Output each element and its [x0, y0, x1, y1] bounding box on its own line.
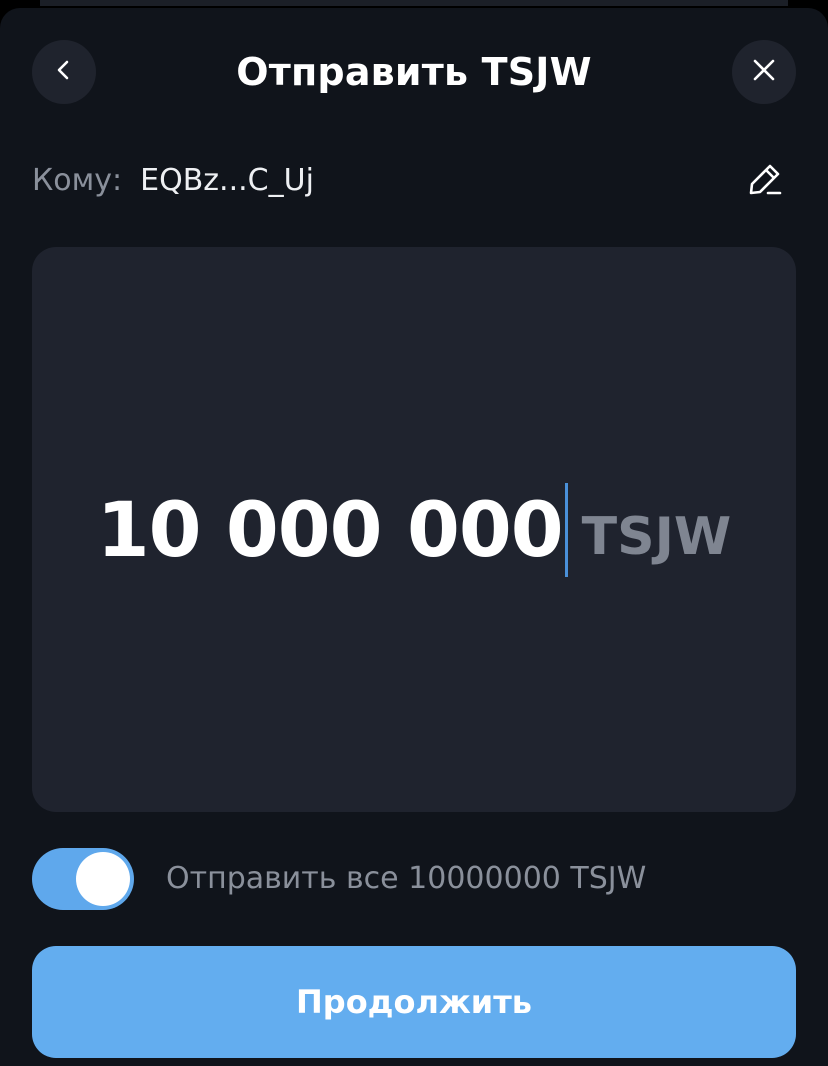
close-icon: [751, 57, 777, 87]
amount-currency: TSJW: [581, 506, 732, 567]
send-all-label: Отправить все 10000000 TSJW: [166, 861, 647, 896]
top-strip: [0, 0, 828, 8]
amount-card[interactable]: 10 000 000 TSJW: [32, 247, 796, 812]
amount-value: 10 000 000: [96, 485, 564, 574]
continue-button[interactable]: Продолжить: [32, 946, 796, 1058]
amount-input[interactable]: 10 000 000 TSJW: [32, 247, 796, 812]
pencil-icon: [746, 160, 784, 202]
toggle-knob: [76, 852, 130, 906]
text-caret: [564, 482, 568, 577]
edit-recipient-button[interactable]: [740, 156, 790, 206]
underlying-sheet-edge: [40, 0, 788, 6]
page-title: Отправить TSJW: [236, 50, 592, 94]
back-button[interactable]: [32, 40, 96, 104]
close-button[interactable]: [732, 40, 796, 104]
chevron-left-icon: [52, 58, 76, 86]
recipient-row: Кому: EQBz...C_Uj: [32, 150, 314, 210]
recipient-address: EQBz...C_Uj: [140, 162, 314, 198]
recipient-label: Кому:: [32, 162, 123, 198]
send-sheet: Отправить TSJW Кому: EQBz...C_Uj 10 000 …: [0, 8, 828, 1066]
send-all-toggle[interactable]: [32, 848, 134, 910]
